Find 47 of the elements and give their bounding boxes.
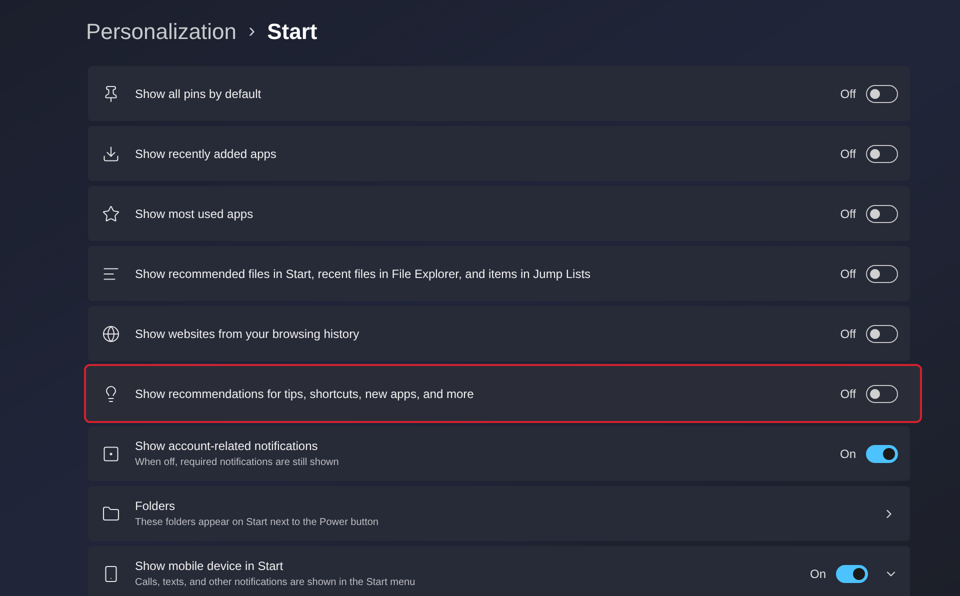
setting-title: Show account-related notifications xyxy=(135,438,319,455)
toggle-switch[interactable] xyxy=(866,204,898,222)
toggle-state-label: Off xyxy=(840,386,856,402)
folder-icon xyxy=(102,504,120,522)
setting-description: Calls, texts, and other notifications are shown in the Start menu xyxy=(135,576,416,590)
pin-icon xyxy=(102,84,120,102)
download-icon xyxy=(102,144,120,162)
page-title: Start xyxy=(267,18,318,46)
toggle-switch[interactable] xyxy=(866,324,898,342)
star-icon xyxy=(102,204,120,222)
setting-title: Show recently added apps xyxy=(135,146,278,162)
toggle-state-label: Off xyxy=(840,146,856,162)
setting-title: Show recommendations for tips, shortcuts, new apps, and more xyxy=(135,386,475,402)
setting-title: Show all pins by default xyxy=(135,86,262,102)
toggle-switch[interactable] xyxy=(866,84,898,102)
toggle-switch[interactable] xyxy=(866,444,898,462)
toggle-state-label: Off xyxy=(840,86,856,102)
notification-icon xyxy=(102,444,120,462)
setting-card[interactable]: Show all pins by default Off xyxy=(88,66,910,121)
toggle-switch[interactable] xyxy=(866,144,898,162)
setting-title: Show websites from your browsing history xyxy=(135,326,360,342)
setting-description: These folders appear on Start next to the Power button xyxy=(135,516,380,530)
globe-icon xyxy=(102,324,120,342)
toggle-state-label: On xyxy=(840,446,856,462)
breadcrumb-link[interactable]: Personalization xyxy=(86,14,236,48)
setting-card[interactable]: Show recommendations for tips, shortcuts, new apps, and more Off xyxy=(86,366,920,421)
setting-card[interactable]: Show most used apps Off xyxy=(88,186,910,241)
setting-card[interactable]: Show mobile device in Start Calls, texts, and other notifications are shown in the Start menu On xyxy=(88,546,910,596)
toggle-state-label: Off xyxy=(840,266,856,282)
setting-card[interactable]: Show websites from your browsing history Off xyxy=(88,306,910,361)
breadcrumb-separator: › xyxy=(248,19,256,44)
setting-card[interactable]: Show account-related notifications When off, required notifications are still shown On xyxy=(88,426,910,481)
setting-card[interactable]: Show recommended files in Start, recent files in File Explorer, and items in Jump Lists Off xyxy=(88,246,910,301)
setting-title: Folders xyxy=(135,498,176,515)
toggle-state-label: Off xyxy=(840,206,856,222)
toggle-switch[interactable] xyxy=(836,564,868,582)
setting-card[interactable]: Show recently added apps Off xyxy=(88,126,910,181)
toggle-state-label: On xyxy=(810,566,826,582)
phone-icon xyxy=(102,564,120,582)
toggle-state-label: Off xyxy=(840,326,856,342)
toggle-switch[interactable] xyxy=(866,264,898,282)
setting-title: Show most used apps xyxy=(135,206,254,222)
setting-description: When off, required notifications are still shown xyxy=(135,456,340,470)
setting-title: Show mobile device in Start xyxy=(135,558,284,575)
setting-card[interactable]: Folders These folders appear on Start next to the Power button xyxy=(88,486,910,541)
setting-title: Show recommended files in Start, recent files in File Explorer, and items in Jump Lists xyxy=(135,266,592,282)
toggle-switch[interactable] xyxy=(866,384,898,402)
